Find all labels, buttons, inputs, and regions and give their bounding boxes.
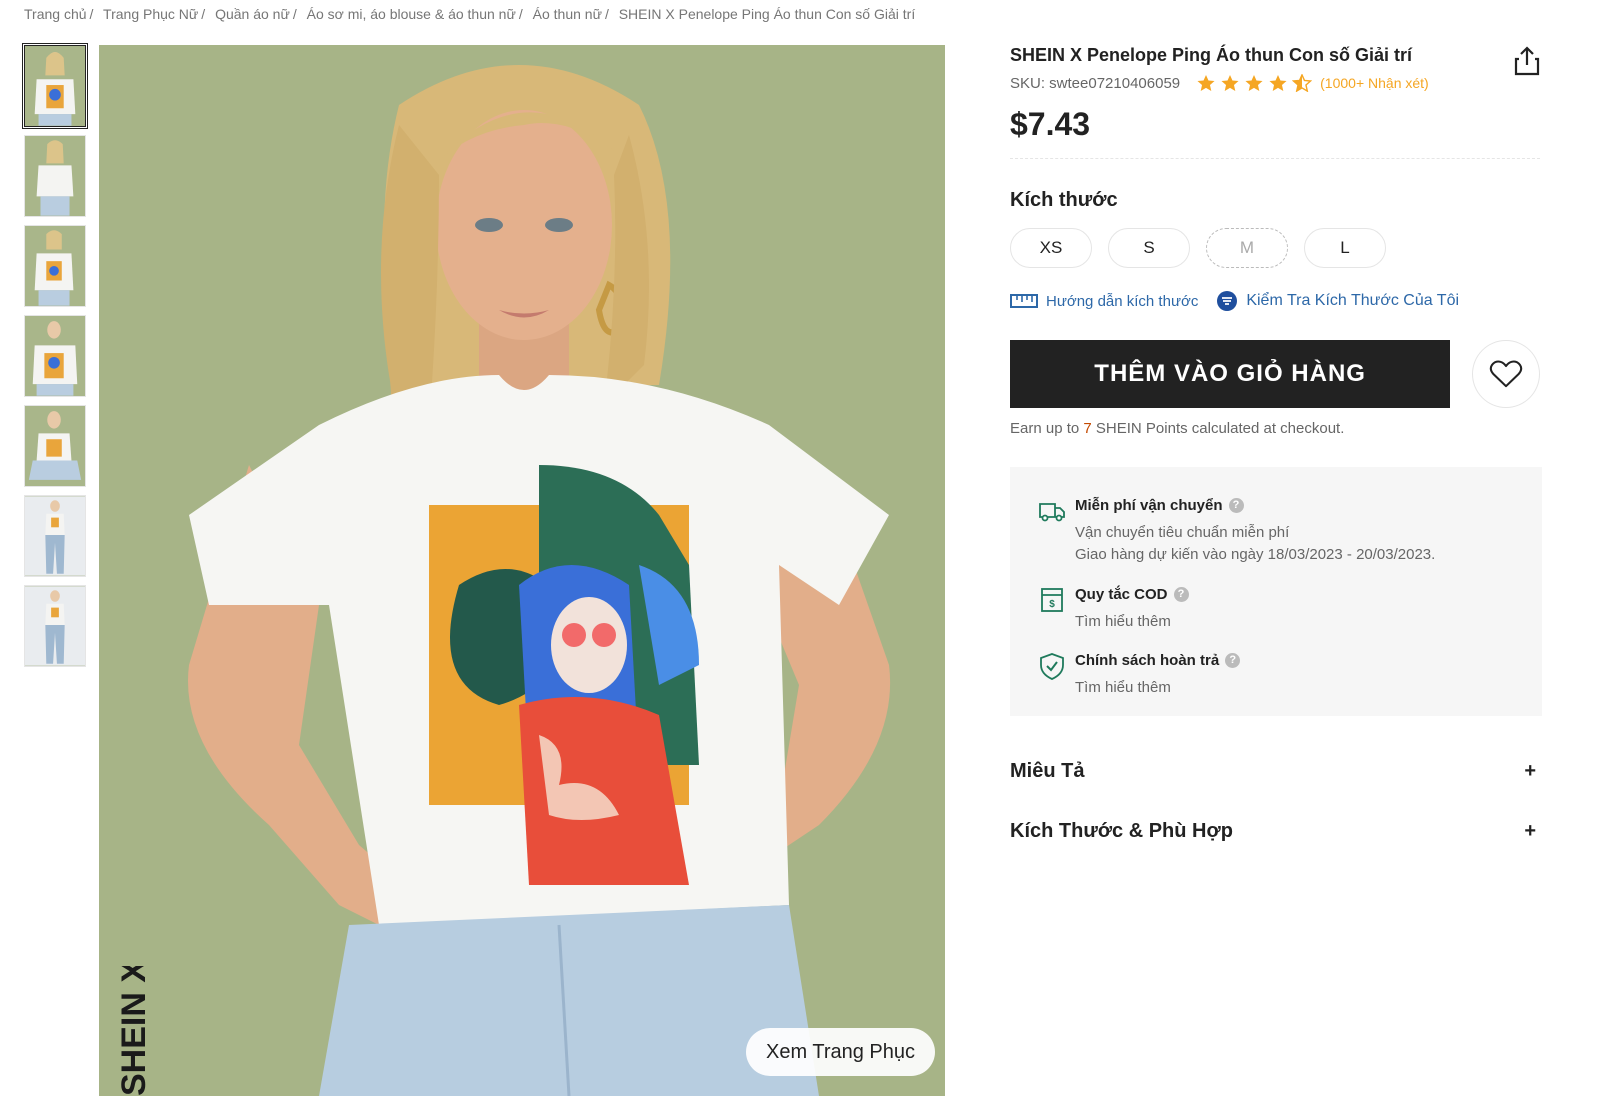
check-my-size-link[interactable]: Kiểm Tra Kích Thước Của Tôi <box>1216 290 1459 312</box>
star-icon <box>1221 74 1239 92</box>
model-photo <box>99 45 945 1096</box>
points-value: 7 <box>1083 420 1092 437</box>
product-thumbnail-image <box>25 586 85 666</box>
shipping-detail: Vận chuyển tiêu chuẩn miễn phí <box>1075 524 1290 541</box>
divider <box>1010 158 1540 159</box>
cod-title: Quy tắc COD <box>1075 586 1168 603</box>
size-option-s[interactable]: S <box>1108 228 1190 268</box>
breadcrumb-link-home[interactable]: Trang chủ <box>24 6 87 22</box>
accordion-description[interactable]: Miêu Tả + <box>1010 756 1540 786</box>
breadcrumb-separator: / <box>292 6 297 22</box>
accordion-title: Miêu Tả <box>1010 759 1085 782</box>
accordion-size-fit[interactable]: Kích Thước & Phù Hợp + <box>1010 816 1540 846</box>
points-suffix: SHEIN Points calculated at checkout. <box>1095 420 1345 437</box>
product-thumbnail-image <box>25 46 85 126</box>
service-shipping: Miễn phí vận chuyển? Vận chuyển tiêu chu… <box>1038 497 1542 564</box>
service-cod: $ Quy tắc COD? Tìm hiểu thêm <box>1038 586 1542 630</box>
points-info: Earn up to 7 SHEIN Points calculated at … <box>1010 420 1540 437</box>
check-my-size-label: Kiểm Tra Kích Thước Của Tôi <box>1246 292 1460 309</box>
breadcrumb-separator: / <box>89 6 94 22</box>
main-product-image[interactable]: SHEIN X Xem Trang Phục <box>99 45 945 1096</box>
returns-learn-more-link[interactable]: Tìm hiểu thêm <box>1075 679 1240 696</box>
accordion-title: Kích Thước & Phù Hợp <box>1010 819 1233 842</box>
product-thumbnail-image <box>25 406 85 486</box>
breadcrumb: Trang chủ / Trang Phục Nữ / Quần áo nữ / Áo… <box>24 6 915 22</box>
breadcrumb-separator: / <box>604 6 609 22</box>
help-icon[interactable]: ? <box>1173 587 1189 602</box>
product-price: $7.43 <box>1010 106 1091 142</box>
thumbnail-1[interactable] <box>22 43 88 129</box>
thumbnail-6[interactable] <box>24 495 86 577</box>
sku-label: SKU: swtee07210406059 <box>1010 74 1181 92</box>
view-outfit-button[interactable]: Xem Trang Phục <box>746 1028 935 1076</box>
product-info-panel: SHEIN X Penelope Ping Áo thun Con số Giả… <box>1010 45 1542 876</box>
help-icon[interactable]: ? <box>1228 498 1244 513</box>
product-thumbnail-image <box>25 316 85 396</box>
size-label: Kích thước <box>1010 189 1118 211</box>
size-option-l[interactable]: L <box>1304 228 1386 268</box>
breadcrumb-link-women-clothing[interactable]: Quần áo nữ <box>215 6 290 22</box>
thumbnail-5[interactable] <box>24 405 86 487</box>
cod-icon: $ <box>1041 588 1063 612</box>
breadcrumb-link-women[interactable]: Trang Phục Nữ <box>103 6 198 22</box>
svg-text:SHEIN X: SHEIN X <box>115 966 153 1096</box>
sku-rating-row: SKU: swtee07210406059 (1000+ Nhận xét) <box>1010 74 1540 92</box>
product-thumbnail-image <box>25 136 85 216</box>
returns-title: Chính sách hoàn trả <box>1075 652 1220 669</box>
product-title: SHEIN X Penelope Ping Áo thun Con số Giả… <box>1010 45 1413 65</box>
thumbnail-7[interactable] <box>24 585 86 667</box>
wishlist-button[interactable] <box>1472 340 1540 408</box>
size-guide-link[interactable]: Hướng dẫn kích thước <box>1010 293 1198 310</box>
star-icon <box>1245 74 1263 92</box>
service-info-box: Miễn phí vận chuyển? Vận chuyển tiêu chu… <box>1010 467 1542 716</box>
rating-stars[interactable] <box>1196 74 1316 92</box>
product-thumbnail-image <box>25 496 85 576</box>
cart-row: THÊM VÀO GIỎ HÀNG <box>1010 340 1540 408</box>
breadcrumb-separator: / <box>201 6 206 22</box>
star-icon <box>1269 74 1287 92</box>
shipping-title: Miễn phí vận chuyển <box>1075 497 1223 514</box>
points-prefix: Earn up to <box>1010 420 1080 437</box>
size-guide-label: Hướng dẫn kích thước <box>1046 292 1199 310</box>
svg-text:$: $ <box>1049 599 1055 610</box>
thumbnail-4[interactable] <box>24 315 86 397</box>
help-icon[interactable]: ? <box>1225 653 1241 668</box>
breadcrumb-separator: / <box>518 6 523 22</box>
size-links-row: Hướng dẫn kích thước Kiểm Tra Kích Thước… <box>1010 290 1540 312</box>
size-option-xs[interactable]: XS <box>1010 228 1092 268</box>
add-to-cart-button[interactable]: THÊM VÀO GIỎ HÀNG <box>1010 340 1451 408</box>
fit-check-icon <box>1217 291 1238 311</box>
heart-icon <box>1489 360 1523 388</box>
breadcrumb-link-tshirts[interactable]: Áo thun nữ <box>533 6 602 22</box>
thumbnail-3[interactable] <box>24 225 86 307</box>
star-icon <box>1197 74 1215 92</box>
breadcrumb-link-tops[interactable]: Áo sơ mi, áo blouse & áo thun nữ <box>307 6 516 22</box>
plus-icon: + <box>1524 819 1536 842</box>
cod-learn-more-link[interactable]: Tìm hiểu thêm <box>1075 613 1189 630</box>
service-returns: Chính sách hoàn trả? Tìm hiểu thêm <box>1038 652 1542 696</box>
product-thumbnail-image <box>25 226 85 306</box>
thumbnail-list <box>22 43 88 675</box>
size-option-m[interactable]: M <box>1206 228 1288 268</box>
size-options: XS S M L <box>1010 228 1540 268</box>
product-details-accordion: Miêu Tả + Kích Thước & Phù Hợp + <box>1010 756 1540 846</box>
plus-icon: + <box>1524 759 1536 782</box>
breadcrumb-current: SHEIN X Penelope Ping Áo thun Con số Giả… <box>618 6 916 22</box>
shield-check-icon <box>1040 653 1064 680</box>
half-star-icon <box>1292 74 1313 92</box>
brand-logo-vertical: SHEIN X <box>115 966 153 1096</box>
shipping-estimate: Giao hàng dự kiến vào ngày 18/03/2023 - … <box>1075 546 1436 563</box>
review-count-link[interactable]: (1000+ Nhận xét) <box>1320 75 1429 91</box>
ruler-icon <box>1010 294 1038 308</box>
thumbnail-2[interactable] <box>24 135 86 217</box>
truck-icon <box>1039 503 1065 522</box>
